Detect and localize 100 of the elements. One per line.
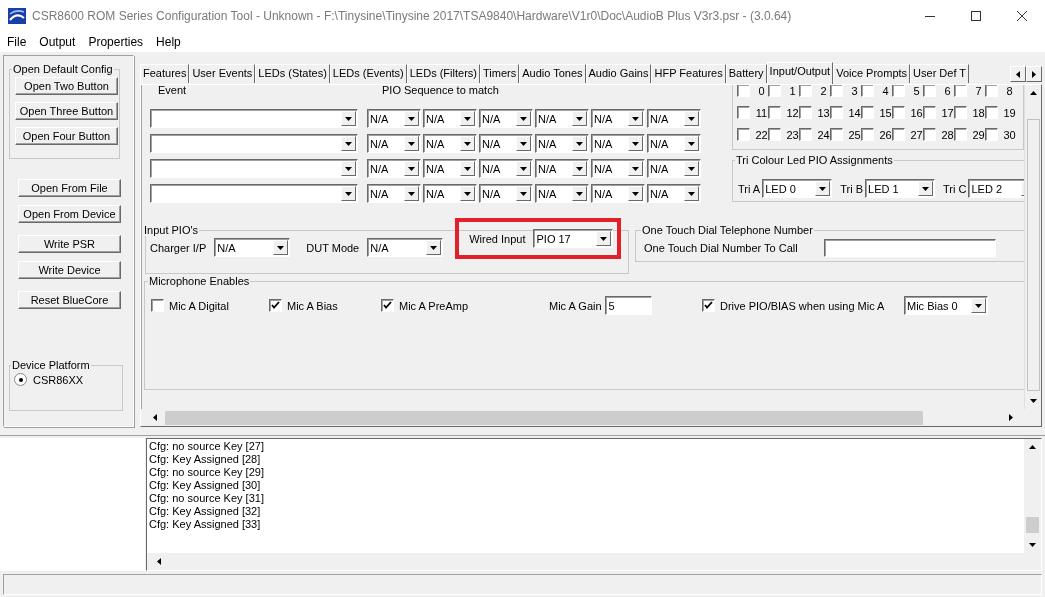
dropdown-button[interactable] bbox=[684, 161, 699, 176]
dropdown-button[interactable] bbox=[684, 111, 699, 126]
checkbox[interactable] bbox=[768, 128, 781, 141]
checkbox[interactable] bbox=[923, 106, 936, 119]
dropdown-field[interactable]: N/A bbox=[647, 184, 701, 203]
dropdown-field[interactable]: PIO 17 bbox=[533, 229, 614, 248]
dropdown-field[interactable]: N/A bbox=[214, 238, 291, 257]
dropdown-field[interactable]: LED 0 bbox=[762, 179, 833, 198]
dropdown-field[interactable]: N/A bbox=[367, 238, 444, 257]
checkbox[interactable] bbox=[954, 106, 967, 119]
checkbox[interactable] bbox=[269, 299, 282, 312]
checkbox[interactable] bbox=[923, 128, 936, 141]
dropdown-field[interactable]: N/A bbox=[647, 134, 701, 153]
config-button[interactable]: Open Four Button bbox=[15, 127, 118, 145]
dropdown-button[interactable] bbox=[341, 136, 356, 151]
dropdown-button[interactable] bbox=[596, 231, 612, 246]
tab[interactable]: Battery bbox=[725, 64, 767, 83]
tab[interactable]: Timers bbox=[479, 64, 520, 83]
checkbox[interactable] bbox=[985, 106, 998, 119]
dropdown-field[interactable]: N/A bbox=[647, 159, 701, 178]
dropdown-button[interactable] bbox=[460, 186, 475, 201]
dropdown-button[interactable] bbox=[516, 186, 531, 201]
dropdown-button[interactable] bbox=[426, 240, 442, 255]
checkbox[interactable] bbox=[861, 106, 874, 119]
scroll-thumb[interactable] bbox=[1026, 517, 1039, 533]
checkbox[interactable] bbox=[861, 85, 874, 97]
dropdown-button[interactable] bbox=[341, 161, 356, 176]
dropdown-button[interactable] bbox=[516, 161, 531, 176]
tab[interactable]: Audio Tones bbox=[519, 64, 586, 83]
dropdown-field[interactable]: N/A bbox=[367, 159, 421, 178]
dropdown-field[interactable]: N/A bbox=[591, 184, 645, 203]
scroll-thumb[interactable] bbox=[1027, 119, 1040, 391]
checkbox[interactable] bbox=[768, 106, 781, 119]
checkbox[interactable] bbox=[985, 128, 998, 141]
dropdown-field[interactable]: N/A bbox=[647, 109, 701, 128]
action-button[interactable]: Reset BlueCore bbox=[18, 291, 121, 309]
config-button[interactable]: Open Two Button bbox=[15, 77, 118, 95]
horizontal-scrollbar[interactable] bbox=[147, 553, 1041, 570]
dropdown-button[interactable] bbox=[572, 186, 587, 201]
checkbox[interactable] bbox=[861, 128, 874, 141]
dropdown-button[interactable] bbox=[918, 181, 934, 196]
dropdown-button[interactable] bbox=[460, 161, 475, 176]
vertical-scrollbar[interactable] bbox=[1024, 439, 1041, 553]
dropdown-button[interactable] bbox=[341, 186, 356, 201]
dropdown-field[interactable]: LED 1 bbox=[865, 179, 936, 198]
tab[interactable]: LEDs (States) bbox=[255, 64, 330, 83]
dropdown-field[interactable] bbox=[150, 184, 358, 203]
dropdown-field[interactable]: N/A bbox=[479, 159, 533, 178]
checkbox[interactable] bbox=[892, 85, 905, 97]
action-button[interactable]: Write Device bbox=[18, 261, 121, 279]
dropdown-button[interactable] bbox=[404, 136, 419, 151]
menu-item[interactable]: Output bbox=[32, 34, 82, 49]
scroll-thumb[interactable] bbox=[165, 410, 923, 425]
checkbox[interactable] bbox=[151, 299, 164, 312]
tab[interactable]: Audio Gains bbox=[585, 64, 652, 83]
dropdown-button[interactable] bbox=[628, 136, 643, 151]
dropdown-button[interactable] bbox=[404, 161, 419, 176]
dropdown-button[interactable] bbox=[404, 186, 419, 201]
checkbox[interactable] bbox=[737, 106, 750, 119]
dropdown-field[interactable]: Mic Bias 0 bbox=[904, 296, 988, 315]
checkbox[interactable] bbox=[381, 299, 394, 312]
tab[interactable]: Features bbox=[140, 64, 190, 83]
dropdown-field[interactable]: N/A bbox=[479, 184, 533, 203]
tab[interactable]: User Events bbox=[189, 64, 256, 83]
dropdown-field[interactable]: N/A bbox=[535, 184, 589, 203]
checkbox[interactable] bbox=[923, 85, 936, 97]
gain-field[interactable]: 5 bbox=[604, 296, 652, 315]
tab[interactable]: User Def T bbox=[910, 64, 970, 83]
checkbox[interactable] bbox=[954, 128, 967, 141]
menu-item[interactable]: Help bbox=[149, 34, 187, 49]
dropdown-button[interactable] bbox=[516, 111, 531, 126]
dropdown-field[interactable]: N/A bbox=[591, 109, 645, 128]
tab[interactable]: LEDs (Events) bbox=[329, 64, 407, 83]
checkbox[interactable] bbox=[892, 128, 905, 141]
dropdown-button[interactable] bbox=[516, 136, 531, 151]
dropdown-button[interactable] bbox=[404, 111, 419, 126]
checkbox[interactable] bbox=[737, 128, 750, 141]
action-button[interactable]: Open From File bbox=[18, 179, 121, 197]
tab[interactable]: LEDs (Filters) bbox=[406, 64, 480, 83]
tab[interactable]: Voice Prompts bbox=[833, 64, 911, 83]
dropdown-button[interactable] bbox=[460, 136, 475, 151]
dropdown-field[interactable]: N/A bbox=[367, 109, 421, 128]
config-button[interactable]: Open Three Button bbox=[15, 102, 118, 120]
menu-item[interactable]: Properties bbox=[81, 34, 150, 49]
action-button[interactable]: Open From Device bbox=[18, 205, 121, 223]
checkbox[interactable] bbox=[830, 106, 843, 119]
dropdown-field[interactable]: N/A bbox=[591, 134, 645, 153]
checkbox[interactable] bbox=[799, 85, 812, 97]
checkbox[interactable] bbox=[768, 85, 781, 97]
dropdown-button[interactable] bbox=[815, 181, 831, 196]
dropdown-button[interactable] bbox=[572, 161, 587, 176]
checkbox[interactable] bbox=[830, 85, 843, 97]
radio-button[interactable] bbox=[14, 373, 27, 386]
dropdown-field[interactable]: N/A bbox=[367, 134, 421, 153]
dropdown-button[interactable] bbox=[684, 186, 699, 201]
dropdown-field[interactable] bbox=[150, 134, 358, 153]
tab-scroll-right-button[interactable] bbox=[1026, 66, 1042, 82]
checkbox[interactable] bbox=[830, 128, 843, 141]
checkbox[interactable] bbox=[737, 85, 750, 97]
dropdown-field[interactable]: N/A bbox=[423, 184, 477, 203]
